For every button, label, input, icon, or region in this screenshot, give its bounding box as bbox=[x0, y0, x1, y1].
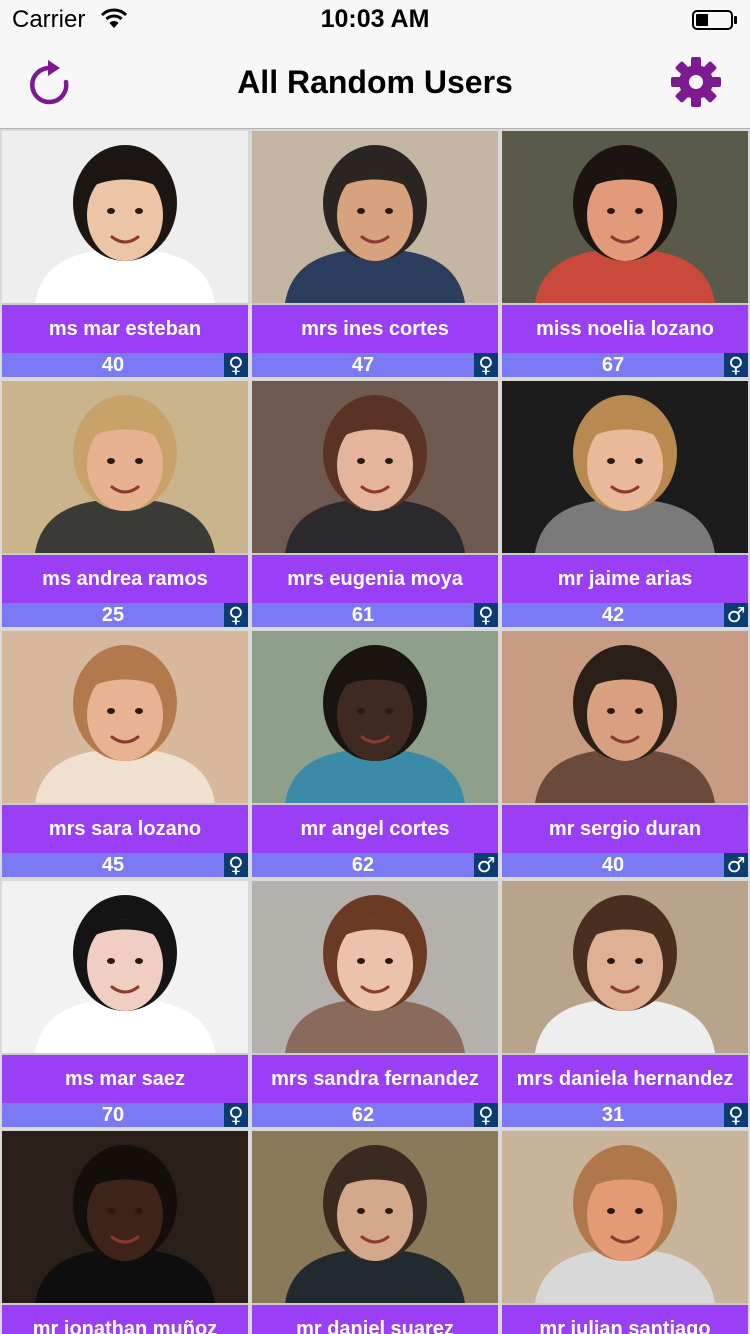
user-card[interactable]: mrs sandra fernandez 62 ♀ bbox=[252, 881, 498, 1127]
user-name: mrs sara lozano bbox=[2, 805, 248, 853]
user-name: ms mar esteban bbox=[2, 305, 248, 353]
user-photo bbox=[2, 631, 248, 803]
user-info-bar: 67 ♀ bbox=[502, 353, 748, 377]
user-info-bar: 47 ♀ bbox=[252, 353, 498, 377]
user-name: mr julian santiago bbox=[502, 1305, 748, 1334]
user-name: mrs eugenia moya bbox=[252, 555, 498, 603]
user-photo bbox=[252, 631, 498, 803]
user-photo bbox=[502, 631, 748, 803]
user-age: 62 bbox=[351, 854, 375, 876]
user-photo bbox=[252, 381, 498, 553]
user-card[interactable]: miss noelia lozano 67 ♀ bbox=[502, 131, 748, 377]
user-card[interactable]: mr jaime arias 42 ♂ bbox=[502, 381, 748, 627]
user-name: mr sergio duran bbox=[502, 805, 748, 853]
female-icon: ♀ bbox=[224, 353, 248, 377]
female-icon: ♀ bbox=[474, 353, 498, 377]
user-photo bbox=[2, 131, 248, 303]
female-icon: ♀ bbox=[474, 603, 498, 627]
status-bar: Carrier 10:03 AM bbox=[0, 0, 750, 40]
user-info-bar: 40 ♀ bbox=[2, 353, 248, 377]
battery-icon bbox=[692, 10, 738, 30]
user-info-bar: 62 ♀ bbox=[252, 1103, 498, 1127]
user-card[interactable]: mr angel cortes 62 ♂ bbox=[252, 631, 498, 877]
user-card[interactable]: mrs sara lozano 45 ♀ bbox=[2, 631, 248, 877]
user-photo bbox=[502, 881, 748, 1053]
user-card[interactable]: mr julian santiago bbox=[502, 1131, 748, 1334]
user-age: 47 bbox=[351, 354, 375, 376]
user-photo bbox=[502, 381, 748, 553]
user-card[interactable]: mrs daniela hernandez 31 ♀ bbox=[502, 881, 748, 1127]
user-card[interactable]: mr daniel suarez bbox=[252, 1131, 498, 1334]
user-info-bar: 40 ♂ bbox=[502, 853, 748, 877]
clock: 10:03 AM bbox=[320, 5, 430, 33]
female-icon: ♀ bbox=[724, 1103, 748, 1127]
user-photo bbox=[502, 1131, 748, 1303]
user-age: 67 bbox=[601, 354, 625, 376]
user-photo bbox=[502, 131, 748, 303]
user-photo bbox=[252, 1131, 498, 1303]
user-info-bar: 62 ♂ bbox=[252, 853, 498, 877]
female-icon: ♀ bbox=[224, 603, 248, 627]
user-card[interactable]: ms mar esteban 40 ♀ bbox=[2, 131, 248, 377]
navigation-bar: All Random Users bbox=[0, 40, 750, 129]
user-photo bbox=[2, 881, 248, 1053]
user-age: 61 bbox=[351, 604, 375, 626]
user-name: mrs daniela hernandez bbox=[502, 1055, 748, 1103]
settings-button[interactable] bbox=[670, 56, 722, 108]
user-info-bar: 25 ♀ bbox=[2, 603, 248, 627]
user-age: 45 bbox=[101, 854, 125, 876]
user-photo bbox=[2, 381, 248, 553]
user-info-bar: 45 ♀ bbox=[2, 853, 248, 877]
user-card[interactable]: mr jonathan muñoz bbox=[2, 1131, 248, 1334]
female-icon: ♀ bbox=[224, 853, 248, 877]
user-grid[interactable]: ms mar esteban 40 ♀ mrs ines cortes 47 ♀ miss … bbox=[0, 129, 750, 1334]
user-info-bar: 31 ♀ bbox=[502, 1103, 748, 1127]
user-name: mr jaime arias bbox=[502, 555, 748, 603]
user-age: 31 bbox=[601, 1104, 625, 1126]
user-age: 42 bbox=[601, 604, 625, 626]
user-photo bbox=[2, 1131, 248, 1303]
user-card[interactable]: mrs eugenia moya 61 ♀ bbox=[252, 381, 498, 627]
user-photo bbox=[252, 881, 498, 1053]
user-card[interactable]: ms andrea ramos 25 ♀ bbox=[2, 381, 248, 627]
user-age: 62 bbox=[351, 1104, 375, 1126]
user-age: 40 bbox=[101, 354, 125, 376]
user-age: 40 bbox=[601, 854, 625, 876]
user-name: miss noelia lozano bbox=[502, 305, 748, 353]
user-info-bar: 42 ♂ bbox=[502, 603, 748, 627]
female-icon: ♀ bbox=[724, 353, 748, 377]
male-icon: ♂ bbox=[724, 853, 748, 877]
female-icon: ♀ bbox=[474, 1103, 498, 1127]
user-name: mrs sandra fernandez bbox=[252, 1055, 498, 1103]
user-name: mr daniel suarez bbox=[252, 1305, 498, 1334]
user-name: ms andrea ramos bbox=[2, 555, 248, 603]
female-icon: ♀ bbox=[224, 1103, 248, 1127]
user-name: mr angel cortes bbox=[252, 805, 498, 853]
page-title: All Random Users bbox=[237, 64, 513, 100]
user-photo bbox=[252, 131, 498, 303]
user-info-bar: 61 ♀ bbox=[252, 603, 498, 627]
male-icon: ♂ bbox=[724, 603, 748, 627]
user-name: ms mar saez bbox=[2, 1055, 248, 1103]
user-card[interactable]: mr sergio duran 40 ♂ bbox=[502, 631, 748, 877]
user-name: mrs ines cortes bbox=[252, 305, 498, 353]
user-age: 25 bbox=[101, 604, 125, 626]
user-name: mr jonathan muñoz bbox=[2, 1305, 248, 1334]
user-card[interactable]: mrs ines cortes 47 ♀ bbox=[252, 131, 498, 377]
male-icon: ♂ bbox=[474, 853, 498, 877]
user-age: 70 bbox=[101, 1104, 125, 1126]
gear-icon bbox=[671, 57, 721, 107]
user-card[interactable]: ms mar saez 70 ♀ bbox=[2, 881, 248, 1127]
user-info-bar: 70 ♀ bbox=[2, 1103, 248, 1127]
